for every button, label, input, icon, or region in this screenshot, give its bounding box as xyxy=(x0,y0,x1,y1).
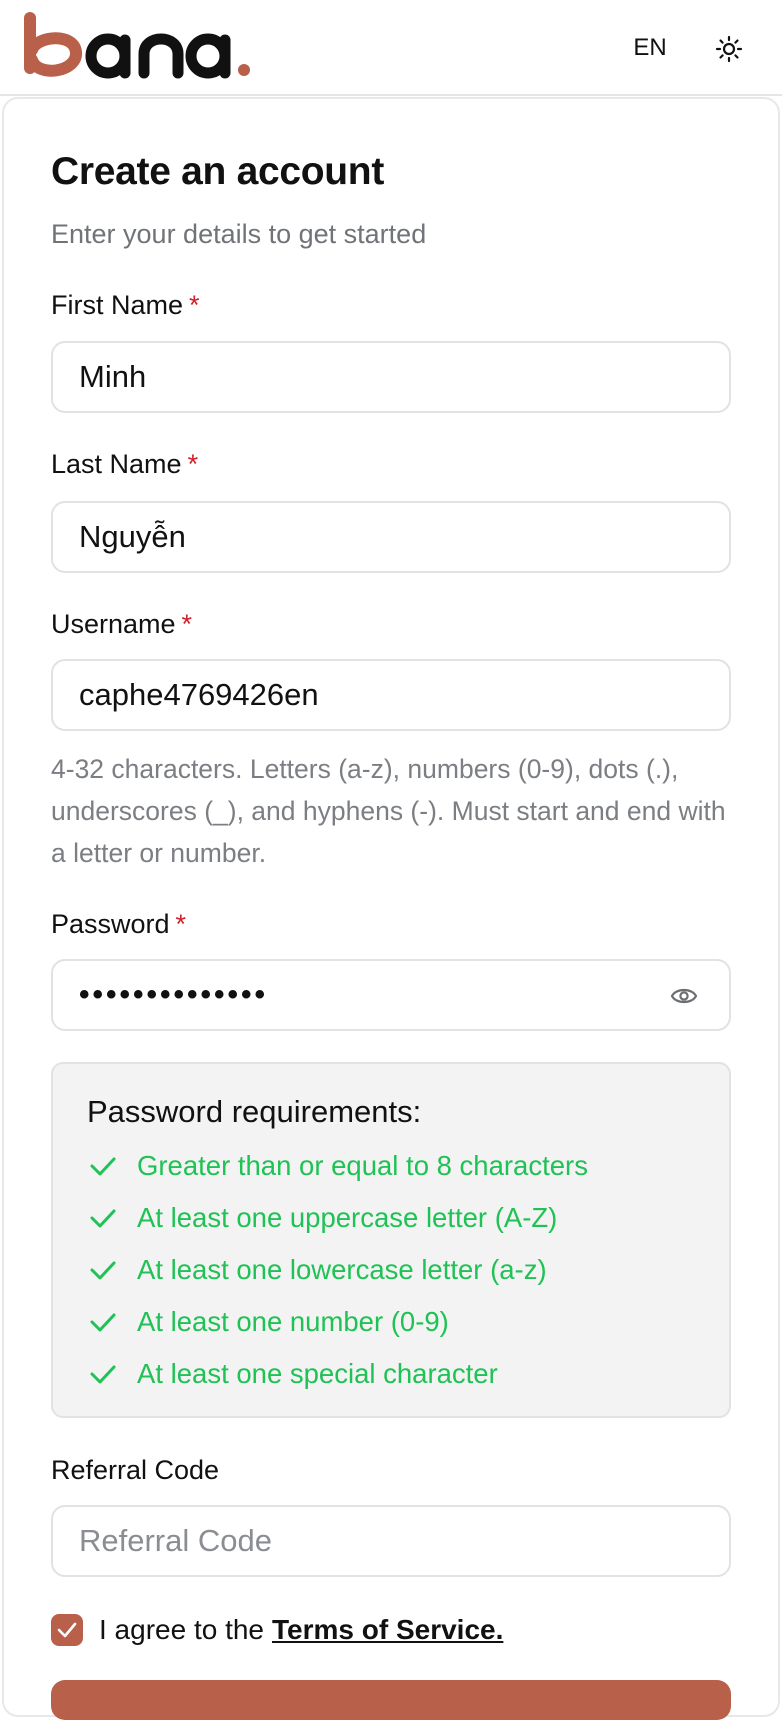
check-icon xyxy=(87,1150,119,1182)
language-switcher[interactable]: EN xyxy=(622,30,678,66)
required-marker: * xyxy=(189,290,200,320)
create-account-button[interactable] xyxy=(51,1680,731,1720)
first-name-label: First Name * xyxy=(51,290,200,321)
terms-checkbox[interactable] xyxy=(51,1614,83,1646)
username-label: Username * xyxy=(51,609,192,640)
last-name-label: Last Name * xyxy=(51,449,198,480)
password-masked-value: •••••••••••••• xyxy=(79,978,269,1011)
top-bar: EN xyxy=(0,0,782,96)
page-subtitle: Enter your details to get started xyxy=(51,219,427,249)
terms-agreement-text: I agree to the xyxy=(99,1614,265,1645)
last-name-value: Nguyễn xyxy=(79,519,186,554)
requirement-text: At least one number (0-9) xyxy=(137,1306,449,1337)
password-requirements-title: Password requirements: xyxy=(87,1094,422,1129)
required-marker: * xyxy=(181,609,193,639)
check-icon xyxy=(87,1202,119,1234)
requirement-text: At least one uppercase letter (A-Z) xyxy=(137,1202,558,1233)
requirement-text: Greater than or equal to 8 characters xyxy=(137,1150,588,1181)
requirement-text: At least one lowercase letter (a-z) xyxy=(137,1254,547,1285)
required-marker: * xyxy=(175,909,187,939)
password-requirements-panel: Password requirements: Greater than or e… xyxy=(51,1062,731,1418)
password-label-text: Password xyxy=(51,909,170,939)
page-title: Create an account xyxy=(51,150,385,193)
requirement-item: At least one lowercase letter (a-z) xyxy=(87,1250,547,1290)
first-name-label-text: First Name xyxy=(51,290,184,320)
last-name-label-text: Last Name xyxy=(51,449,182,479)
username-value: caphe4769426en xyxy=(79,677,319,712)
sun-icon xyxy=(715,35,743,63)
check-icon xyxy=(57,1622,77,1638)
last-name-input[interactable]: Nguyễn xyxy=(51,501,731,573)
theme-toggle-button[interactable] xyxy=(710,30,748,68)
requirement-item: At least one special character xyxy=(87,1354,498,1394)
referral-code-label: Referral Code xyxy=(51,1455,220,1485)
eye-icon[interactable] xyxy=(669,983,699,1009)
logo-mark xyxy=(24,12,250,79)
check-icon xyxy=(87,1306,119,1338)
requirement-item: At least one number (0-9) xyxy=(87,1302,449,1342)
first-name-input[interactable]: Minh xyxy=(51,341,731,413)
username-label-text: Username xyxy=(51,609,176,639)
referral-code-input[interactable]: Referral Code xyxy=(51,1505,731,1577)
check-icon xyxy=(87,1358,119,1390)
password-input[interactable]: •••••••••••••• xyxy=(51,959,731,1031)
requirement-text: At least one special character xyxy=(137,1358,498,1389)
password-label: Password * xyxy=(51,909,186,940)
requirement-item: At least one uppercase letter (A-Z) xyxy=(87,1198,557,1238)
requirement-item: Greater than or equal to 8 characters xyxy=(87,1146,588,1186)
required-marker: * xyxy=(187,449,199,479)
referral-code-placeholder: Referral Code xyxy=(79,1523,272,1558)
terms-of-service-link[interactable]: Terms of Service. xyxy=(272,1614,503,1646)
terms-agreement-row: I agree to the Terms of Service. xyxy=(51,1612,503,1648)
first-name-value: Minh xyxy=(79,359,147,394)
username-input[interactable]: caphe4769426en xyxy=(51,659,731,731)
username-hint: 4-32 characters. Letters (a-z), numbers … xyxy=(51,754,726,868)
bana-logo[interactable] xyxy=(22,12,252,85)
check-icon xyxy=(87,1254,119,1286)
